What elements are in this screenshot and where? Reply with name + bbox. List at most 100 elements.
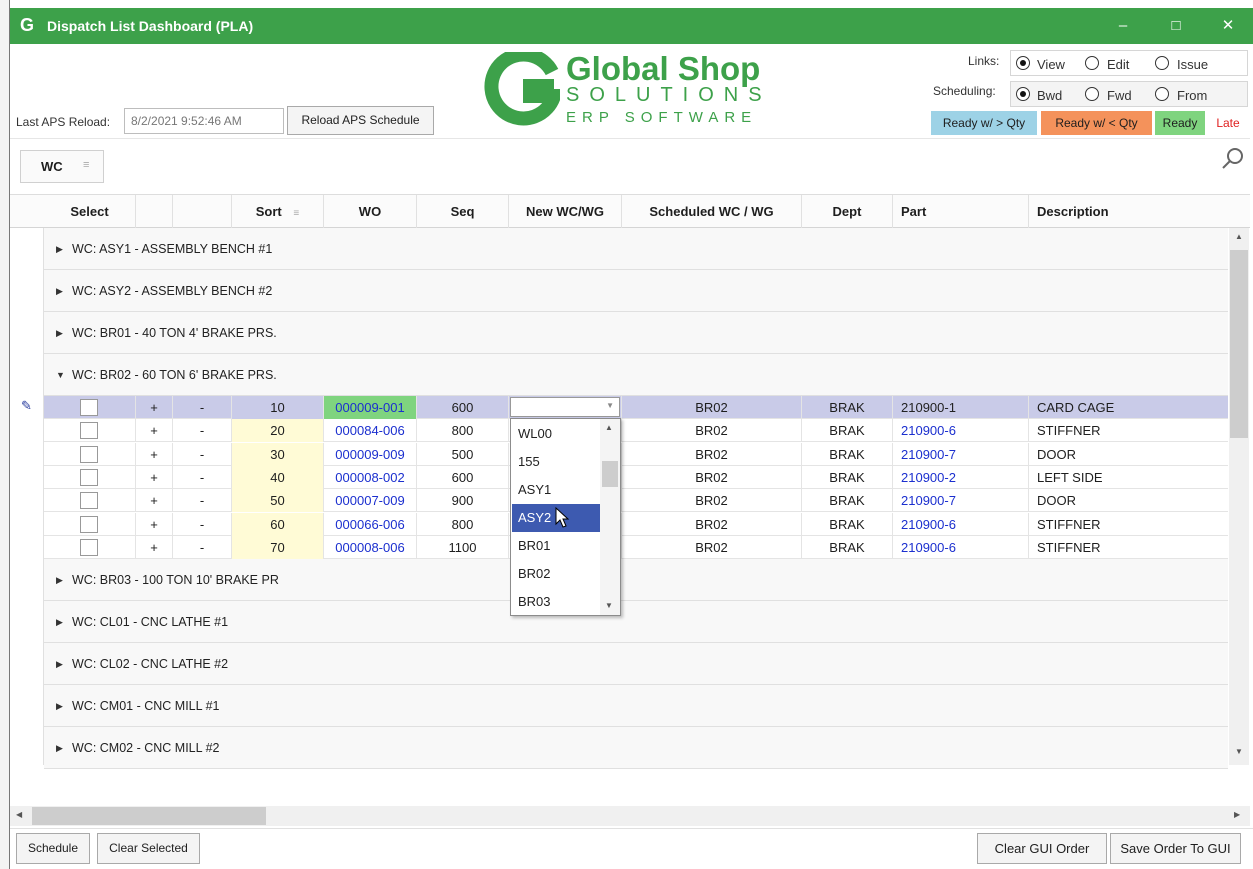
- col-plus[interactable]: [136, 195, 173, 229]
- expand-arrow-icon[interactable]: ▶: [56, 601, 63, 643]
- plus-button[interactable]: +: [136, 466, 173, 489]
- new-wc-combobox[interactable]: ▼: [510, 397, 620, 417]
- dropdown-option[interactable]: BR01: [512, 532, 600, 560]
- select-checkbox[interactable]: [80, 539, 98, 556]
- sort-cell[interactable]: 60: [232, 513, 324, 536]
- group-row[interactable]: ▶ WC: ASY2 - ASSEMBLY BENCH #2: [44, 270, 1228, 312]
- select-checkbox[interactable]: [80, 469, 98, 486]
- sort-cell[interactable]: 10: [232, 396, 324, 419]
- part-link[interactable]: 210900-6: [893, 513, 1029, 536]
- part-link[interactable]: 210900-6: [893, 419, 1029, 442]
- dropdown-scrollbar[interactable]: ▲ ▼: [600, 419, 620, 615]
- group-row-expanded[interactable]: ▼ WC: BR02 - 60 TON 6' BRAKE PRS.: [44, 354, 1228, 396]
- part-link[interactable]: 210900-1: [893, 396, 1029, 419]
- col-part[interactable]: Part: [893, 195, 1029, 229]
- part-link[interactable]: 210900-7: [893, 443, 1029, 466]
- wo-link[interactable]: 000066-006: [324, 513, 417, 536]
- scroll-down-icon[interactable]: ▼: [605, 601, 613, 610]
- select-checkbox[interactable]: [80, 516, 98, 533]
- collapse-arrow-icon[interactable]: ▼: [56, 354, 65, 396]
- links-issue-radio[interactable]: [1155, 56, 1169, 70]
- col-description[interactable]: Description: [1029, 195, 1229, 229]
- scheduling-fwd-radio[interactable]: [1085, 87, 1099, 101]
- table-row[interactable]: + - 50 000007-009 900 BR02 BRAK 210900-7…: [44, 489, 1228, 512]
- part-link[interactable]: 210900-2: [893, 466, 1029, 489]
- group-row[interactable]: ▶ WC: CM01 - CNC MILL #1: [44, 685, 1228, 727]
- dropdown-option[interactable]: 155: [512, 448, 600, 476]
- col-minus[interactable]: [173, 195, 232, 229]
- col-dept[interactable]: Dept: [802, 195, 893, 229]
- plus-button[interactable]: +: [136, 513, 173, 536]
- links-view-radio[interactable]: [1016, 56, 1030, 70]
- minus-button[interactable]: -: [173, 489, 232, 512]
- minus-button[interactable]: -: [173, 396, 232, 419]
- table-row[interactable]: + - 20 000084-006 800 BR02 BRAK 210900-6…: [44, 419, 1228, 442]
- part-link[interactable]: 210900-6: [893, 536, 1029, 559]
- table-row[interactable]: + - 30 000009-009 500 BR02 BRAK 210900-7…: [44, 443, 1228, 466]
- group-chip-wc[interactable]: WC ≡: [20, 150, 104, 183]
- group-row[interactable]: ▶ WC: ASY1 - ASSEMBLY BENCH #1: [44, 228, 1228, 270]
- group-row[interactable]: ▶ WC: CL02 - CNC LATHE #2: [44, 643, 1228, 685]
- dropdown-option[interactable]: ASY1: [512, 476, 600, 504]
- plus-button[interactable]: +: [136, 489, 173, 512]
- select-checkbox[interactable]: [80, 422, 98, 439]
- wo-link[interactable]: 000008-006: [324, 536, 417, 559]
- schedule-button[interactable]: Schedule: [16, 833, 90, 864]
- expand-arrow-icon[interactable]: ▶: [56, 727, 63, 769]
- col-seq[interactable]: Seq: [417, 195, 509, 229]
- group-row[interactable]: ▶ WC: CM02 - CNC MILL #2: [44, 727, 1228, 769]
- horizontal-scrollbar[interactable]: ◀ ▶: [10, 806, 1250, 826]
- wo-link[interactable]: 000007-009: [324, 489, 417, 512]
- clear-selected-button[interactable]: Clear Selected: [97, 833, 200, 864]
- scroll-down-icon[interactable]: ▼: [1235, 747, 1243, 756]
- part-link[interactable]: 210900-7: [893, 489, 1029, 512]
- wo-link[interactable]: 000008-002: [324, 466, 417, 489]
- plus-button[interactable]: +: [136, 536, 173, 559]
- dropdown-option[interactable]: WL00: [512, 420, 600, 448]
- scheduling-bwd-radio[interactable]: [1016, 87, 1030, 101]
- group-row[interactable]: ▶ WC: BR01 - 40 TON 4' BRAKE PRS.: [44, 312, 1228, 354]
- col-select[interactable]: Select: [44, 195, 136, 229]
- scheduling-from-radio[interactable]: [1155, 87, 1169, 101]
- col-new-wc-wg[interactable]: New WC/WG: [509, 195, 622, 229]
- group-row[interactable]: ▶ WC: CL01 - CNC LATHE #1: [44, 601, 1228, 643]
- table-row[interactable]: + - 70 000008-006 1100 BR02 BRAK 210900-…: [44, 536, 1228, 559]
- close-button[interactable]: ✕: [1215, 16, 1241, 36]
- scroll-up-icon[interactable]: ▲: [605, 423, 613, 432]
- maximize-button[interactable]: □: [1163, 16, 1189, 36]
- col-sort[interactable]: Sort ≡: [232, 195, 324, 229]
- plus-button[interactable]: +: [136, 396, 173, 419]
- clear-gui-order-button[interactable]: Clear GUI Order: [977, 833, 1107, 864]
- expand-arrow-icon[interactable]: ▶: [56, 685, 63, 727]
- wo-link[interactable]: 000084-006: [324, 419, 417, 442]
- horizontal-scroll-thumb[interactable]: [32, 807, 266, 825]
- search-icon[interactable]: [1220, 146, 1246, 172]
- chevron-down-icon[interactable]: ▼: [606, 401, 614, 410]
- minus-button[interactable]: -: [173, 513, 232, 536]
- minus-button[interactable]: -: [173, 443, 232, 466]
- table-row[interactable]: + - 10 000009-001 600 BR02 BRAK 210900-1…: [44, 396, 1228, 419]
- scroll-up-icon[interactable]: ▲: [1235, 232, 1243, 241]
- wo-link[interactable]: 000009-009: [324, 443, 417, 466]
- expand-arrow-icon[interactable]: ▶: [56, 228, 63, 270]
- select-checkbox[interactable]: [80, 399, 98, 416]
- vertical-scrollbar[interactable]: ▲ ▼: [1229, 228, 1249, 765]
- plus-button[interactable]: +: [136, 419, 173, 442]
- links-edit-radio[interactable]: [1085, 56, 1099, 70]
- expand-arrow-icon[interactable]: ▶: [56, 559, 63, 601]
- wo-link[interactable]: 000009-001: [324, 396, 417, 419]
- select-checkbox[interactable]: [80, 446, 98, 463]
- sort-cell[interactable]: 30: [232, 443, 324, 466]
- scroll-left-icon[interactable]: ◀: [16, 810, 22, 819]
- minimize-button[interactable]: –: [1110, 16, 1136, 36]
- group-row[interactable]: ▶ WC: BR03 - 100 TON 10' BRAKE PR: [44, 559, 1228, 601]
- minus-button[interactable]: -: [173, 466, 232, 489]
- dropdown-option[interactable]: BR02: [512, 560, 600, 588]
- sort-cell[interactable]: 50: [232, 489, 324, 512]
- new-wc-dropdown-list[interactable]: WL00 155 ASY1 ASY2 BR01 BR02 BR03 ▲ ▼: [510, 418, 621, 616]
- plus-button[interactable]: +: [136, 443, 173, 466]
- sort-cell[interactable]: 20: [232, 419, 324, 442]
- scroll-right-icon[interactable]: ▶: [1234, 810, 1240, 819]
- dropdown-scroll-thumb[interactable]: [602, 461, 618, 487]
- dropdown-option[interactable]: BR03: [512, 588, 600, 616]
